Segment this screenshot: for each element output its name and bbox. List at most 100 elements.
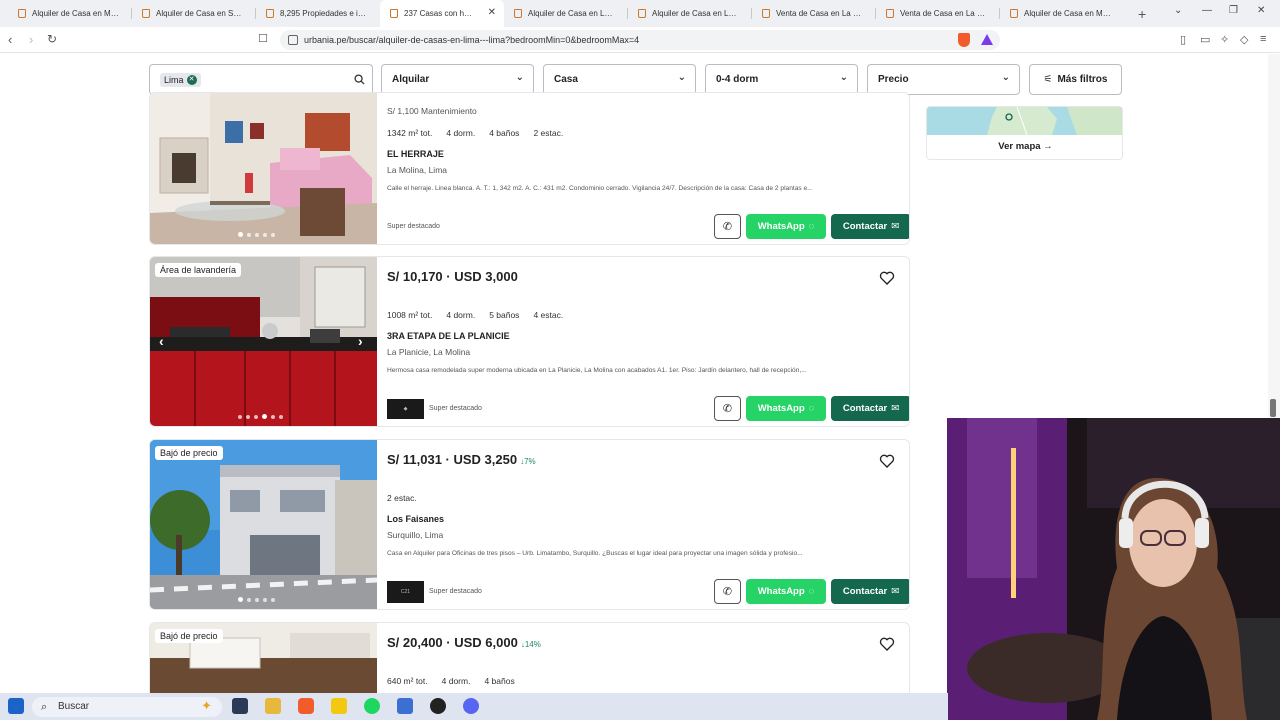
browser-tab[interactable]: Venta de Casa en La Molin... — [876, 0, 1000, 27]
bedrooms-select[interactable]: 0-4 dorm ⌄ — [705, 64, 858, 95]
next-photo-icon[interactable]: › — [358, 333, 363, 349]
browser-tab[interactable]: Alquiler de Casa en Mirafl... — [1000, 0, 1124, 27]
reload-icon[interactable]: ↻ — [47, 32, 57, 46]
photo-carousel-dots[interactable] — [238, 414, 283, 419]
phone-button[interactable]: ✆ — [714, 579, 741, 604]
map-preview[interactable] — [927, 107, 1122, 136]
listing-info: S/ 11,031 · USD 3,250 ↓7% 2 estac. Los Fa… — [387, 440, 909, 609]
remove-chip-icon[interactable]: ✕ — [186, 74, 197, 85]
forward-icon[interactable]: › — [29, 32, 33, 47]
price-drop-badge: Bajó de precio — [155, 629, 223, 643]
restore-icon[interactable]: ❐ — [1229, 5, 1238, 16]
taskbar-search[interactable]: ⌕ Buscar ✦ — [32, 697, 222, 717]
map-card[interactable]: Ver mapa → — [926, 106, 1123, 160]
whatsapp-icon: ◌ — [808, 221, 815, 232]
property-type-select[interactable]: Casa ⌄ — [543, 64, 696, 95]
vpn-icon[interactable]: ◇ — [1240, 33, 1248, 46]
listing-card[interactable]: Bajó de precio S/ 20,400 · USD 6,000 ↓14%… — [149, 622, 910, 693]
extensions-icon[interactable]: ✧ — [1220, 33, 1229, 46]
listing-photo[interactable]: Bajó de precio — [150, 623, 377, 693]
location-search-input[interactable]: Lima ✕ — [149, 64, 373, 95]
scrollbar-thumb[interactable] — [1270, 399, 1276, 417]
listing-photo[interactable]: Bajó de precio — [150, 440, 378, 609]
listing-features: 1008 m² tot. 4 dorm. 5 baños 4 estac. — [387, 310, 564, 320]
menu-icon[interactable]: ≡ — [1260, 33, 1266, 45]
tab-list-icon[interactable]: ⌄ — [1174, 5, 1182, 16]
brave-shield-icon[interactable] — [958, 33, 970, 47]
new-tab-icon[interactable]: + — [1138, 6, 1146, 22]
house-icon — [142, 9, 150, 18]
search-icon[interactable] — [354, 74, 365, 85]
listing-location: La Planicie, La Molina — [387, 347, 471, 357]
close-window-icon[interactable]: ✕ — [1257, 5, 1265, 16]
browser-tab[interactable]: Alquiler de Casa en La Mol... — [504, 0, 628, 27]
favorite-heart-icon[interactable] — [879, 453, 895, 469]
listing-photo[interactable] — [150, 93, 377, 244]
search-icon: ⌕ — [41, 701, 48, 713]
browser-tab[interactable]: Venta de Casa en La Molin... — [752, 0, 876, 27]
app-icon[interactable] — [397, 698, 413, 714]
sticky-notes-icon[interactable] — [331, 698, 347, 714]
house-icon — [390, 9, 398, 18]
favorite-heart-icon[interactable] — [879, 636, 895, 652]
brave-rewards-icon[interactable] — [981, 34, 993, 45]
mail-icon: ✉ — [891, 221, 900, 232]
site-info-icon[interactable] — [288, 35, 298, 45]
listing-price: S/ 11,031 · USD 3,250 ↓7% — [387, 452, 536, 467]
windows-taskbar: ⌕ Buscar ✦ — [0, 693, 948, 720]
location-chip[interactable]: Lima ✕ — [160, 72, 201, 87]
price-select[interactable]: Precio ⌄ — [867, 64, 1020, 95]
mail-icon: ✉ — [891, 586, 900, 597]
discord-icon[interactable] — [463, 698, 479, 714]
phone-icon: ✆ — [722, 586, 733, 598]
browser-tab[interactable]: 8,295 Propiedades e inmu... — [256, 0, 380, 27]
task-view-icon[interactable] — [232, 698, 248, 714]
file-explorer-icon[interactable] — [265, 698, 281, 714]
listing-title[interactable]: Los Faisanes — [387, 514, 444, 524]
listing-card[interactable]: S/ 1,100 Mantenimiento 1342 m² tot. 4 do… — [149, 92, 910, 245]
browser-tab[interactable]: Alquiler de Casa en Mirafl... — [8, 0, 132, 27]
browser-tab[interactable]: Alquiler de Casa en Santia... — [132, 0, 256, 27]
maintenance-fee: S/ 1,100 Mantenimiento — [387, 106, 477, 116]
phone-button[interactable]: ✆ — [714, 214, 741, 239]
phone-button[interactable]: ✆ — [714, 396, 741, 421]
prev-photo-icon[interactable]: ‹ — [159, 333, 164, 349]
listing-info: S/ 20,400 · USD 6,000 ↓14% 640 m² tot. 4 … — [387, 623, 907, 693]
listing-title[interactable]: EL HERRAJE — [387, 149, 444, 159]
browser-tab-active[interactable]: 237 Casas con hasta 4 dor...✕ — [380, 0, 504, 27]
operation-select[interactable]: Alquilar ⌄ — [381, 64, 534, 95]
contact-button[interactable]: Contactar ✉ — [831, 396, 909, 421]
photo-carousel-dots[interactable] — [238, 597, 275, 602]
url-field[interactable]: urbania.pe/buscar/alquiler-de-casas-en-l… — [280, 30, 1000, 50]
whatsapp-button[interactable]: WhatsApp ◌ — [746, 579, 826, 604]
listing-title[interactable]: 3RA ETAPA DE LA PLANICIE — [387, 331, 510, 341]
chevron-down-icon: ⌄ — [677, 72, 686, 83]
mail-icon: ✉ — [891, 403, 900, 414]
whatsapp-button[interactable]: WhatsApp ◌ — [746, 214, 826, 239]
sidebar-icon[interactable]: ▯ — [1180, 33, 1186, 46]
contact-button[interactable]: Contactar ✉ — [831, 579, 909, 604]
listing-info: S/ 1,100 Mantenimiento 1342 m² tot. 4 do… — [387, 93, 909, 244]
spotify-icon[interactable] — [364, 698, 380, 714]
contact-button[interactable]: Contactar ✉ — [831, 214, 909, 239]
brave-browser-icon[interactable] — [298, 698, 314, 714]
favorite-heart-icon[interactable] — [879, 270, 895, 286]
more-filters-button[interactable]: ⚟ Más filtros — [1029, 64, 1122, 95]
listing-card[interactable]: Bajó de precio S/ 11,031 · USD 3,250 ↓7% … — [149, 439, 910, 610]
obs-icon[interactable] — [430, 698, 446, 714]
minimize-icon[interactable]: — — [1202, 5, 1212, 16]
listing-photo[interactable]: Área de lavandería ‹ › — [150, 257, 377, 426]
wallet-icon[interactable]: ▭ — [1200, 33, 1210, 46]
close-tab-icon[interactable]: ✕ — [488, 7, 496, 18]
bookmark-icon[interactable]: ☐ — [258, 32, 268, 45]
windows-start-icon[interactable] — [8, 698, 24, 714]
listing-card[interactable]: Área de lavandería ‹ › S/ 10,170 · USD 3… — [149, 256, 910, 427]
back-icon[interactable]: ‹ — [8, 32, 12, 47]
browser-tab[interactable]: Alquiler de Casa en La Mol... — [628, 0, 752, 27]
house-icon — [886, 9, 894, 18]
view-map-link[interactable]: Ver mapa → — [927, 141, 1122, 152]
listing-features: 2 estac. — [387, 493, 417, 503]
tier-label: Super destacado — [429, 405, 482, 412]
photo-carousel-dots[interactable] — [238, 232, 275, 237]
whatsapp-button[interactable]: WhatsApp ◌ — [746, 396, 826, 421]
